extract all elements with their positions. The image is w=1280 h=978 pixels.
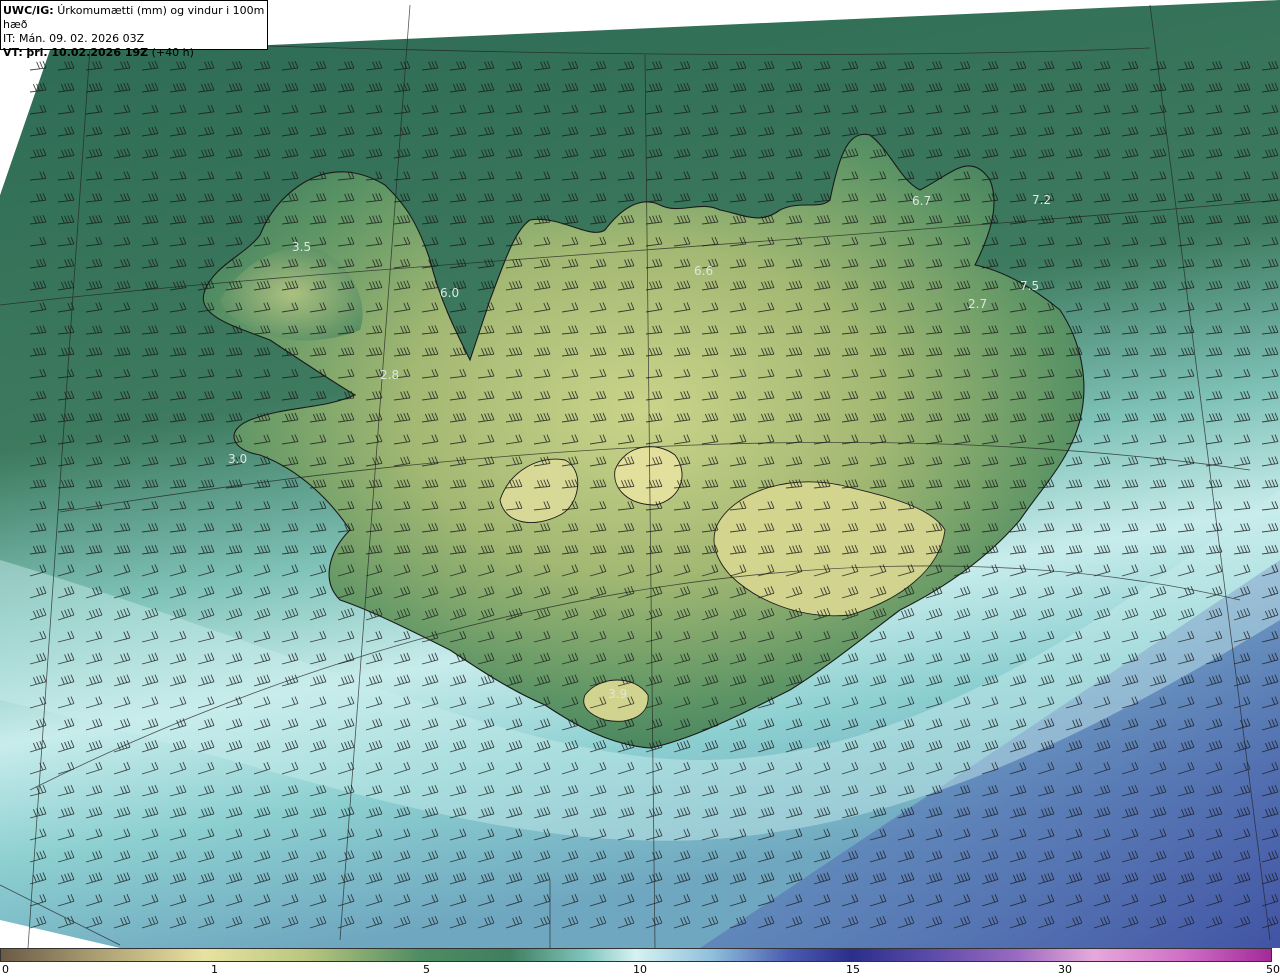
map-label-6-0: 6.0 [440,286,459,300]
colorbar-tick-30: 30 [1058,963,1072,976]
valid-time: þri. 10.02.2026 19Z [26,46,149,59]
map-label-3-0: 3.0 [228,452,247,466]
colorbar-tick-0: 0 [2,963,9,976]
map-label-2-8: 2.8 [380,368,399,382]
valid-time-prefix: VT: [3,46,23,59]
colorbar-tick-5: 5 [423,963,430,976]
map-label-3-5: 3.5 [292,240,311,254]
map-label-6-7: 6.7 [912,194,931,208]
colorbar: 0 1 5 10 15 30 50 [0,948,1280,978]
map-label-7-5: 7.5 [1020,279,1039,293]
forecast-offset: (+40 h) [151,46,194,59]
colorbar-strip [0,948,1272,962]
colorbar-tick-50: 50 [1266,963,1280,976]
colorbar-tick-10: 10 [633,963,647,976]
valid-time-line: VT: þri. 10.02.2026 19Z (+40 h) [3,46,267,60]
model-name: UWC/IG: [3,4,54,17]
map-label-6-6: 6.6 [694,264,713,278]
colorbar-tick-1: 1 [211,963,218,976]
map-header-box: UWC/IG: Úrkomumætti (mm) og vindur i 100… [0,0,268,59]
forecast-map[interactable]: 6.7 7.2 6.6 3.5 6.0 7.5 2.7 2.8 3.0 3.9 [0,0,1280,948]
init-time: IT: Mán. 09. 02. 2026 03Z [3,32,145,45]
map-label-3-9: 3.9 [608,687,627,701]
map-label-2-7: 2.7 [968,297,987,311]
colorbar-tick-15: 15 [846,963,860,976]
title-line: UWC/IG: Úrkomumætti (mm) og vindur i 100… [3,4,267,32]
map-label-7-2: 7.2 [1032,193,1051,207]
weather-map-view: 6.7 7.2 6.6 3.5 6.0 7.5 2.7 2.8 3.0 3.9 … [0,0,1280,978]
